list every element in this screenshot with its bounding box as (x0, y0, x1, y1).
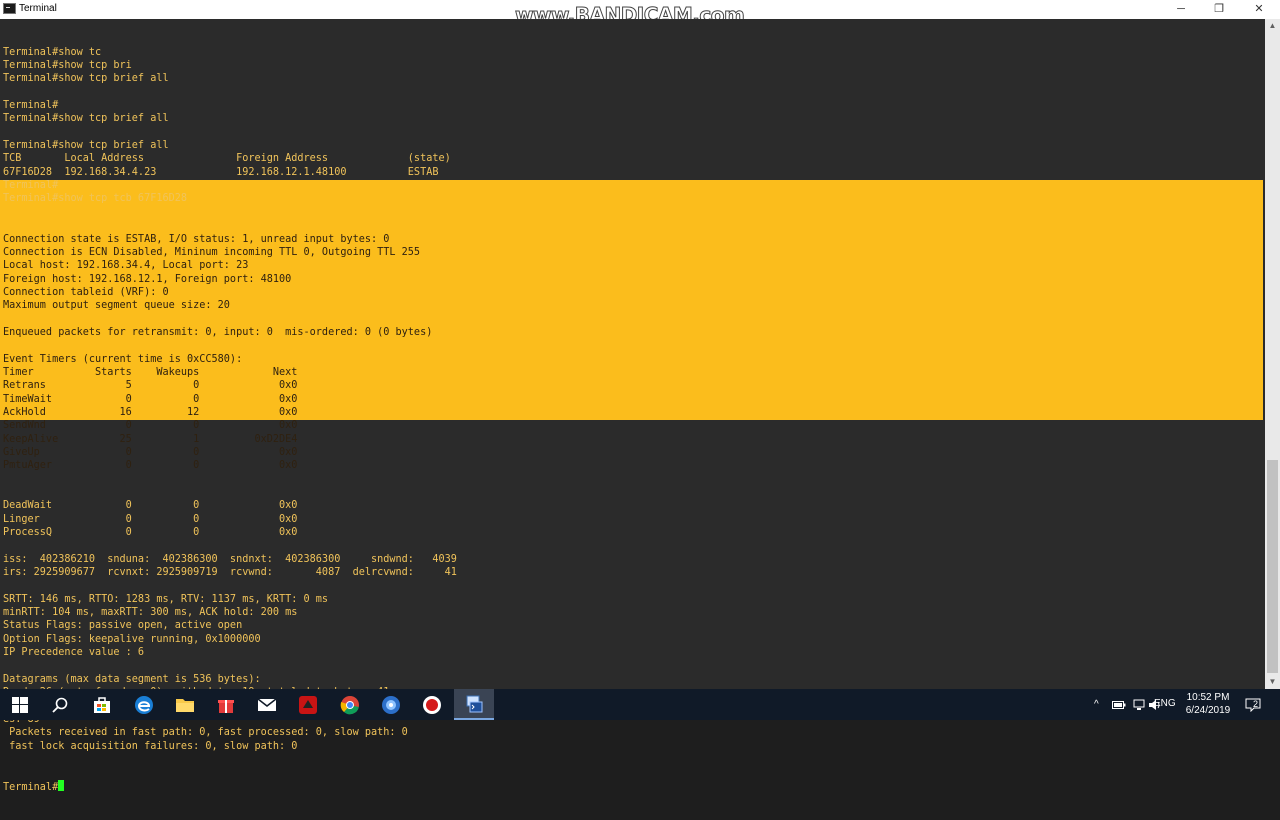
gift-icon (218, 699, 234, 713)
terminal-app-icon (466, 695, 483, 712)
terminal-line: Terminal#show tcp brief all (3, 140, 169, 152)
network-icon (1133, 699, 1145, 710)
game-app-button[interactable] (288, 689, 328, 720)
terminal-output[interactable]: Terminal#show tc Terminal#show tcp bri Ter… (0, 19, 1265, 793)
vertical-scrollbar[interactable]: ▲ ▼ (1265, 19, 1280, 689)
media-player-button[interactable] (371, 689, 411, 720)
maximize-button[interactable]: ❐ (1200, 0, 1238, 19)
terminal-line: SendWnd 0 0 0x0 (3, 420, 298, 432)
terminal-line: Terminal#show tcp brief all (3, 113, 169, 125)
terminal-app-button[interactable] (454, 689, 494, 720)
terminal-line: Connection tableid (VRF): 0 (3, 286, 169, 298)
edge-button[interactable] (124, 689, 164, 720)
terminal-line: irs: 2925909677 rcvnxt: 2925909719 rcvwn… (3, 567, 457, 579)
terminal-prompt-line[interactable]: Terminal# (3, 779, 678, 793)
start-icon (12, 696, 28, 713)
minimize-button[interactable]: ─ (1162, 0, 1200, 19)
scroll-up-button[interactable]: ▲ (1265, 19, 1280, 33)
clock-date: 6/24/2019 (1185, 705, 1231, 716)
window-titlebar: Terminal www.BANDICAM.com ─ ❐ ✕ (0, 0, 1280, 28)
store-button[interactable] (82, 689, 122, 720)
record-app-button[interactable] (412, 689, 452, 720)
terminal-line: Terminal#show tcp bri (3, 60, 132, 72)
record-icon (423, 695, 441, 714)
input-language[interactable]: ENG (1154, 688, 1176, 719)
terminal-line: Timer Starts Wakeups Next (3, 366, 298, 378)
terminal-line: Datagrams (max data segment is 536 bytes… (3, 673, 261, 685)
terminal-line: Terminal#show tc (3, 46, 102, 58)
notification-count: 2 (1253, 699, 1259, 709)
window-title: Terminal (19, 3, 57, 14)
terminal-line: Terminal# (3, 100, 59, 112)
store-icon (94, 696, 110, 713)
scroll-down-button[interactable]: ▼ (1265, 675, 1280, 689)
terminal-line: GiveUp 0 0 0x0 (3, 447, 298, 458)
taskbar: ^ ENG 10:52 PM 6/24/2019 2 (0, 689, 1280, 720)
search-icon (52, 697, 68, 713)
terminal-line: Status Flags: passive open, active open (3, 620, 243, 632)
terminal-line: Packets received in fast path: 0, fast p… (3, 727, 408, 739)
terminal-line: iss: 402386210 snduna: 402386300 sndnxt:… (3, 553, 457, 565)
terminal-line: DeadWait 0 0 0x0 (3, 500, 298, 512)
file-explorer-button[interactable] (165, 689, 205, 720)
show-hidden-icons-button[interactable]: ^ (1094, 689, 1099, 720)
tray-network[interactable] (1132, 689, 1146, 720)
mail-icon (257, 697, 277, 711)
chrome-icon (340, 695, 359, 714)
terminal-line: Event Timers (current time is 0xCC580): (3, 353, 243, 365)
terminal-lines-before-selection: Terminal#show tc Terminal#show tcp bri Ter… (3, 46, 678, 206)
edge-icon (135, 695, 153, 714)
terminal-prompt: Terminal# (3, 781, 59, 793)
terminal-line: ProcessQ 0 0 0x0 (3, 527, 298, 539)
terminal-line: fast lock acquisition failures: 0, slow … (3, 740, 298, 752)
file-explorer-icon (176, 698, 194, 712)
terminal-line: Terminal# (3, 180, 59, 192)
terminal-line: IP Precedence value : 6 (3, 647, 145, 659)
terminal-lines-selected: Connection state is ESTAB, I/O status: 1… (3, 233, 678, 473)
search-button[interactable] (40, 689, 80, 720)
terminal-line: Connection state is ESTAB, I/O status: 1… (3, 233, 390, 245)
text-cursor (58, 779, 65, 791)
terminal-line: KeepAlive 25 1 0xD2DE4 (3, 433, 298, 445)
action-center-button[interactable]: 2 (1245, 689, 1261, 720)
terminal-line: Option Flags: keepalive running, 0x10000… (3, 633, 261, 645)
battery-icon (1112, 700, 1126, 709)
terminal-line: SRTT: 146 ms, RTTO: 1283 ms, RTV: 1137 m… (3, 593, 329, 605)
terminal-line: Maximum output segment queue size: 20 (3, 300, 230, 312)
terminal-line: Retrans 5 0 0x0 (3, 380, 298, 392)
terminal-window-icon (3, 3, 16, 14)
close-button[interactable]: ✕ (1240, 0, 1278, 19)
tray-battery[interactable] (1112, 689, 1126, 720)
start-button[interactable] (0, 689, 40, 720)
terminal-line: TimeWait 0 0 0x0 (3, 393, 298, 405)
terminal-line: minRTT: 104 ms, maxRTT: 300 ms, ACK hold… (3, 607, 298, 619)
terminal-line: Linger 0 0 0x0 (3, 513, 298, 525)
terminal-line: AckHold 16 12 0x0 (3, 406, 298, 418)
terminal-line: 67F16D28 192.168.34.4.23 192.168.12.1.48… (3, 166, 439, 178)
mail-button[interactable] (247, 689, 287, 720)
terminal-line: Connection is ECN Disabled, Mininum inco… (3, 246, 421, 258)
game-icon (299, 695, 317, 714)
media-player-icon (382, 695, 400, 714)
chrome-button[interactable] (330, 689, 370, 720)
terminal-line: Terminal#show tcp tcb 67F16D28 (3, 193, 188, 205)
terminal-line: TCB Local Address Foreign Address (state… (3, 153, 451, 165)
scrollbar-thumb[interactable] (1267, 460, 1278, 673)
terminal-line: Local host: 192.168.34.4, Local port: 23 (3, 260, 249, 272)
clock-time: 10:52 PM (1186, 692, 1230, 703)
terminal-line: Foreign host: 192.168.12.1, Foreign port… (3, 273, 292, 285)
terminal-line: Enqueued packets for retransmit: 0, inpu… (3, 326, 433, 338)
terminal-line: PmtuAger 0 0 0x0 (3, 460, 298, 472)
gift-app-button[interactable] (206, 689, 246, 720)
system-clock[interactable]: 10:52 PM 6/24/2019 (1182, 691, 1234, 717)
terminal-line: Terminal#show tcp brief all (3, 73, 169, 85)
